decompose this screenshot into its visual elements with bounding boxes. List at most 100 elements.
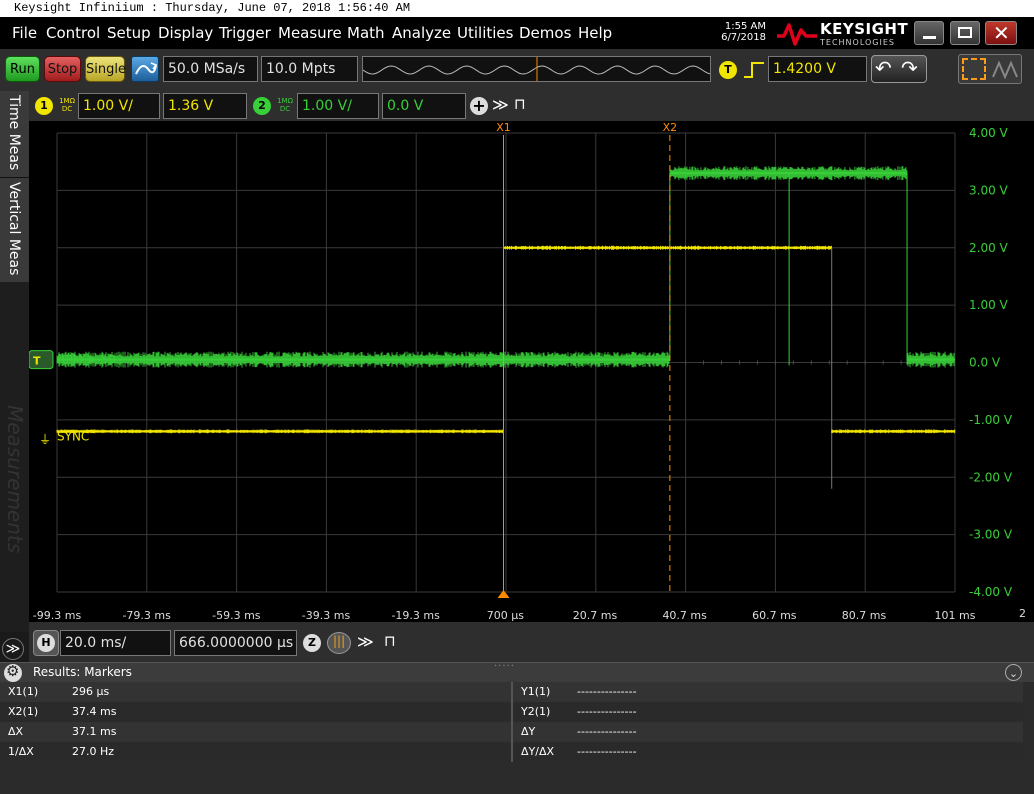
clock-date: 6/7/2018 bbox=[721, 32, 766, 43]
time-axis-label: 40.7 ms bbox=[662, 609, 707, 622]
menu-analyze[interactable]: Analyze bbox=[392, 23, 451, 43]
scope-display[interactable]: 4.00 V 3.00 V 2.00 V 1.00 V 0.0 V -1.00 V -2.0… bbox=[28, 121, 1034, 632]
time-axis-label: 60.7 ms bbox=[752, 609, 797, 622]
channel-2-offset-field[interactable]: 0.0 V bbox=[382, 93, 466, 119]
trigger-position-icon bbox=[497, 590, 510, 598]
results-row: ΔY/ΔX --------------- bbox=[513, 742, 1023, 762]
horizontal-pin-icon[interactable]: ⊓ bbox=[384, 632, 396, 650]
results-title: Results: Markers bbox=[33, 665, 132, 679]
waveform-overview[interactable] bbox=[362, 56, 711, 82]
trigger-badge[interactable]: T bbox=[719, 61, 737, 79]
restore-button[interactable] bbox=[950, 21, 980, 45]
expand-side-panel-icon[interactable]: ≫ bbox=[2, 638, 24, 660]
result-value: --------------- bbox=[577, 705, 637, 718]
volt-axis-label: 1.00 V bbox=[969, 298, 1009, 312]
time-axis-label: 20.7 ms bbox=[573, 609, 618, 622]
results-table: X1(1) 296 µs X2(1) 37.4 ms ΔX 37.1 ms 1/ΔX 27.0… bbox=[0, 682, 1034, 794]
stop-button[interactable]: Stop bbox=[44, 56, 81, 82]
resize-handle[interactable]: ····· bbox=[494, 661, 515, 672]
tab-vertical-meas-label: Vertical Meas bbox=[6, 182, 22, 276]
volt-axis-label: 2.00 V bbox=[969, 241, 1009, 255]
menu-math[interactable]: Math bbox=[347, 23, 385, 43]
horizontal-scale-field[interactable]: 20.0 ms/ bbox=[60, 630, 171, 656]
trace-tool-icon[interactable] bbox=[991, 59, 1019, 81]
menu-control[interactable]: Control bbox=[46, 23, 100, 43]
expand-arrow-icon[interactable]: ≫ bbox=[492, 95, 509, 114]
result-value: 27.0 Hz bbox=[72, 745, 115, 758]
time-axis-label: 700 µs bbox=[487, 609, 524, 622]
horizontal-button[interactable]: H bbox=[33, 630, 59, 656]
measurements-watermark: Measurements bbox=[3, 405, 27, 554]
tab-time-meas-label: Time Meas bbox=[6, 95, 22, 171]
waveform-plot[interactable]: 4.00 V 3.00 V 2.00 V 1.00 V 0.0 V -1.00 V -2.0… bbox=[28, 121, 1034, 622]
channel-1-scale-field[interactable]: 1.00 V/ bbox=[78, 93, 160, 119]
add-channel-icon[interactable]: + bbox=[470, 97, 488, 115]
sample-rate-field[interactable]: 50.0 MSa/s bbox=[163, 56, 258, 82]
menu-setup[interactable]: Setup bbox=[107, 23, 151, 43]
ch1-trace-label: SYNC bbox=[57, 429, 89, 443]
tab-time-meas[interactable]: Time Meas bbox=[0, 91, 29, 178]
result-name: ΔY bbox=[521, 725, 536, 738]
menu-demos[interactable]: Demos bbox=[519, 23, 571, 43]
channel-2-badge[interactable]: 2 bbox=[253, 97, 271, 115]
results-settings-button[interactable]: ⚙ bbox=[4, 662, 22, 682]
results-header: ⚙ Results: Markers ····· ⌄ bbox=[0, 661, 1034, 683]
results-row: X1(1) 296 µs bbox=[0, 682, 511, 702]
marker-x1-label: X1 bbox=[496, 121, 511, 134]
autoscale-icon bbox=[135, 62, 158, 75]
box-zoom-icon[interactable] bbox=[962, 58, 986, 80]
time-axis-label: -39.3 ms bbox=[302, 609, 351, 622]
auto-scale-button[interactable] bbox=[131, 56, 159, 82]
channel-1-offset-field[interactable]: 1.36 V bbox=[163, 93, 247, 119]
time-axis-label: -99.3 ms bbox=[33, 609, 82, 622]
trigger-level-field[interactable]: 1.4200 V bbox=[768, 56, 867, 82]
menu-measure[interactable]: Measure bbox=[278, 23, 342, 43]
pin-icon[interactable]: ⊓ bbox=[514, 95, 526, 113]
menu-display[interactable]: Display bbox=[158, 23, 213, 43]
memory-depth-field[interactable]: 10.0 Mpts bbox=[261, 56, 358, 82]
result-name: Y2(1) bbox=[521, 705, 551, 718]
channel-2-coupling: 1MΩ DC bbox=[275, 97, 295, 113]
volt-axis-label: -4.00 V bbox=[969, 585, 1013, 599]
horizontal-expand-icon[interactable]: ≫ bbox=[357, 632, 374, 651]
result-value: 37.4 ms bbox=[72, 705, 117, 718]
result-value: --------------- bbox=[577, 685, 637, 698]
minimize-icon bbox=[923, 36, 936, 39]
redo-icon[interactable]: ↷ bbox=[901, 56, 918, 80]
channel-1-coupling: 1MΩ DC bbox=[57, 97, 77, 113]
zoom-tools-group bbox=[958, 54, 1022, 84]
undo-icon[interactable]: ↶ bbox=[875, 56, 892, 80]
navigate-button[interactable]: ||| bbox=[327, 632, 351, 654]
single-button[interactable]: Single bbox=[85, 56, 126, 82]
results-row: 1/ΔX 27.0 Hz bbox=[0, 742, 511, 762]
result-name: Y1(1) bbox=[521, 685, 551, 698]
results-row: ΔX 37.1 ms bbox=[0, 722, 511, 742]
channel-2-dc: DC bbox=[279, 105, 291, 113]
close-button[interactable]: ✕ bbox=[985, 21, 1017, 45]
collapse-results-icon[interactable]: ⌄ bbox=[1005, 664, 1022, 681]
run-button[interactable]: Run bbox=[5, 56, 40, 82]
ch2-trigger-marker: T bbox=[33, 355, 41, 368]
zoom-badge[interactable]: Z bbox=[303, 634, 321, 652]
menu-utilities[interactable]: Utilities bbox=[457, 23, 513, 43]
result-name: X2(1) bbox=[8, 705, 39, 718]
tab-vertical-meas[interactable]: Vertical Meas bbox=[0, 178, 29, 283]
channel-toolbar: 1 1MΩ DC 1.00 V/ 1.36 V 2 1MΩ DC 1.00 V/… bbox=[0, 91, 1034, 121]
menu-file[interactable]: File bbox=[12, 23, 37, 43]
result-value: --------------- bbox=[577, 725, 637, 738]
menu-trigger[interactable]: Trigger bbox=[219, 23, 271, 43]
results-row: ΔY --------------- bbox=[513, 722, 1023, 742]
minimize-button[interactable] bbox=[914, 21, 944, 45]
channel-2-scale-field[interactable]: 1.00 V/ bbox=[297, 93, 379, 119]
undo-redo-group: ↶ ↷ bbox=[871, 55, 927, 83]
horizontal-position-field[interactable]: 666.0000000 µs bbox=[174, 630, 297, 656]
horizontal-toolbar: ≫ H 20.0 ms/ 666.0000000 µs Z ||| ≫ ⊓ bbox=[2, 622, 1034, 662]
result-value: --------------- bbox=[577, 745, 637, 758]
menu-help[interactable]: Help bbox=[578, 23, 612, 43]
result-name: ΔX bbox=[8, 725, 24, 738]
channel-1-badge[interactable]: 1 bbox=[35, 97, 53, 115]
waveform-overview-icon bbox=[363, 57, 710, 81]
result-value: 296 µs bbox=[72, 685, 110, 698]
rising-edge-icon[interactable] bbox=[742, 59, 766, 81]
channel-1-dc: DC bbox=[61, 105, 73, 113]
